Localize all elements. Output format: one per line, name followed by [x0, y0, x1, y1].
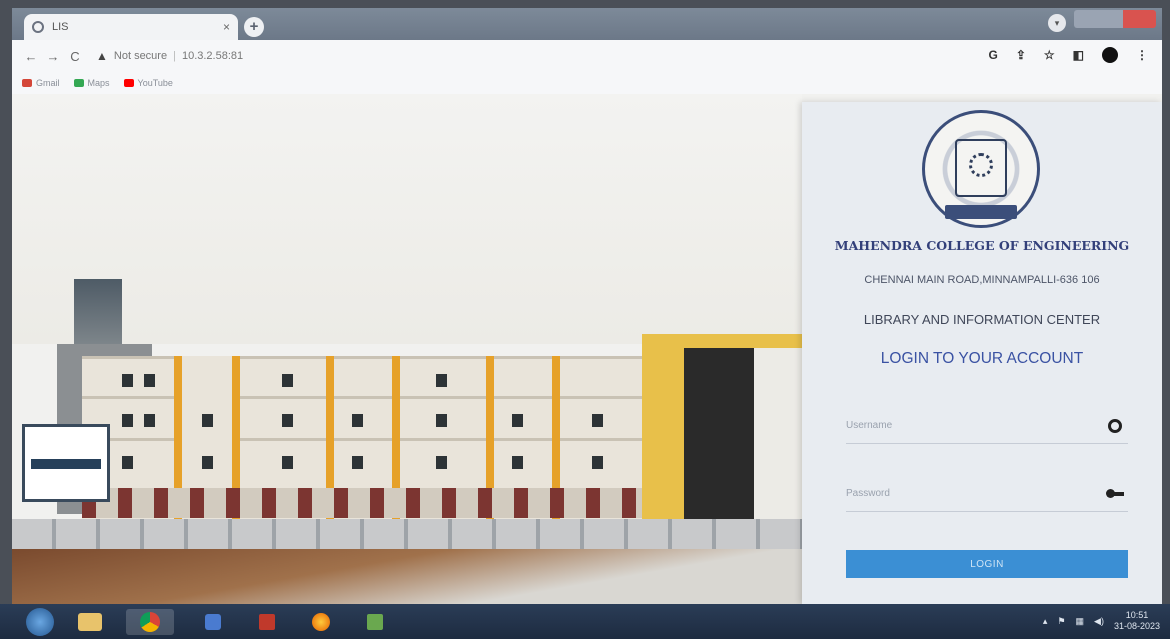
logo-ribbon: [945, 205, 1017, 219]
star-icon[interactable]: ☆: [1044, 48, 1055, 62]
window: [352, 414, 363, 427]
window: [352, 456, 363, 469]
window: [282, 414, 293, 427]
tray-arrow-icon[interactable]: ▴: [1043, 616, 1048, 627]
window: [144, 414, 155, 427]
file-explorer-icon[interactable]: [78, 612, 102, 631]
url-text: 10.3.2.58:81: [181, 50, 244, 62]
window: [122, 414, 133, 427]
logo-gear-icon: [969, 153, 993, 177]
college-name: MAHENDRA COLLEGE OF ENGINEERING: [834, 238, 1130, 253]
tab-title: LIS: [52, 21, 69, 33]
maps-icon: [73, 79, 84, 87]
photo-signboard: [22, 424, 110, 502]
desktop-screen: LIS × + ▾ ← → C ▲ Not secure | 10.3.2.58…: [0, 0, 1170, 639]
username-input[interactable]: [846, 420, 1086, 431]
browser-tabstrip: LIS × + ▾: [12, 8, 1162, 40]
chrome-taskbar-icon[interactable]: [126, 608, 174, 635]
login-page: MAHENDRA COLLEGE OF ENGINEERING CHENNAI …: [12, 94, 1162, 604]
tab-search-chevron-icon[interactable]: ▾: [1048, 14, 1066, 32]
window: [436, 374, 447, 387]
window: [436, 414, 447, 427]
photo-ground: [12, 549, 802, 604]
toolbar-actions: G ⇪ ☆ ◧ ⋮: [988, 47, 1148, 63]
share-icon[interactable]: ⇪: [1016, 48, 1026, 62]
bookmark-youtube[interactable]: YouTube: [123, 78, 173, 88]
network-icon[interactable]: ▦: [1076, 616, 1085, 627]
tab-favicon-icon: [32, 21, 44, 33]
browser-toolbar: ← → C ▲ Not secure | 10.3.2.58:81 G ⇪ ☆ …: [12, 40, 1162, 72]
username-field: [846, 408, 1128, 444]
side-block-dark-panel: [684, 348, 754, 548]
password-input[interactable]: [846, 488, 1086, 499]
system-tray: ▴ ⚑ ▦ ◀) 10:51 31-08-2023: [1043, 610, 1160, 632]
window: [122, 456, 133, 469]
sidebar-icon[interactable]: ◧: [1073, 48, 1084, 62]
window: [512, 456, 523, 469]
warning-icon: ▲: [96, 49, 108, 63]
side-block-white-panel: [754, 348, 802, 548]
os-taskbar: ▴ ⚑ ▦ ◀) 10:51 31-08-2023: [0, 604, 1170, 639]
college-logo: [922, 110, 1040, 228]
window: [436, 456, 447, 469]
login-title: LOGIN TO YOUR ACCOUNT: [880, 350, 1084, 367]
window: [512, 414, 523, 427]
pdf-reader-icon[interactable]: [252, 609, 282, 635]
menu-icon[interactable]: ⋮: [1136, 48, 1148, 62]
tab-close-icon[interactable]: ×: [223, 20, 230, 34]
photo-main-building: [82, 356, 642, 526]
campus-photo: [12, 94, 802, 604]
gmail-icon: [22, 79, 32, 87]
window: [592, 456, 603, 469]
center-name: LIBRARY AND INFORMATION CENTER: [863, 312, 1101, 327]
window-buttons[interactable]: [1074, 10, 1156, 28]
forward-icon[interactable]: →: [44, 49, 62, 64]
new-tab-button[interactable]: +: [244, 17, 264, 37]
photo-compound-wall: [12, 519, 802, 549]
user-icon: [1106, 417, 1124, 435]
college-address: CHENNAI MAIN ROAD,MINNAMPALLI-636 106: [864, 274, 1100, 286]
bookmark-label: YouTube: [137, 78, 173, 88]
bookmark-gmail[interactable]: Gmail: [22, 78, 60, 88]
window: [202, 456, 213, 469]
clock-time: 10:51: [1125, 610, 1149, 620]
window: [282, 374, 293, 387]
login-panel: MAHENDRA COLLEGE OF ENGINEERING CHENNAI …: [802, 102, 1162, 604]
window: [122, 374, 133, 387]
login-button[interactable]: LOGIN: [846, 550, 1128, 578]
password-field: [846, 476, 1128, 512]
window-controls: ▾: [1048, 10, 1156, 32]
ground-floor: [82, 488, 642, 518]
taskbar-clock[interactable]: 10:51 31-08-2023: [1114, 610, 1160, 632]
clock-date: 31-08-2023: [1113, 621, 1160, 631]
media-player-icon[interactable]: [198, 609, 228, 635]
start-button-icon[interactable]: [26, 607, 54, 636]
window: [282, 456, 293, 469]
window: [592, 414, 603, 427]
window: [202, 414, 213, 427]
bookmark-label: Gmail: [36, 78, 60, 88]
volume-icon[interactable]: ◀): [1094, 616, 1104, 627]
photo-sky: [12, 94, 802, 344]
back-icon[interactable]: ←: [22, 49, 40, 64]
key-icon: [1106, 485, 1124, 503]
security-label: Not secure: [113, 50, 168, 62]
bookmark-maps[interactable]: Maps: [73, 78, 110, 88]
profile-avatar[interactable]: [1102, 47, 1118, 63]
youtube-icon: [123, 79, 134, 87]
bookmarks-bar: Gmail Maps YouTube: [12, 72, 1162, 94]
reload-icon[interactable]: C: [66, 49, 84, 64]
photo-tower-top: [74, 279, 122, 344]
google-icon[interactable]: G: [988, 48, 997, 62]
address-bar[interactable]: ▲ Not secure | 10.3.2.58:81: [96, 49, 243, 63]
bookmark-label: Maps: [87, 78, 110, 88]
firefox-icon[interactable]: [306, 609, 336, 635]
address-separator: |: [173, 50, 176, 62]
photo-side-block: [642, 334, 802, 549]
spreadsheet-app-icon[interactable]: [360, 609, 390, 635]
browser-tab[interactable]: LIS ×: [24, 14, 238, 40]
flag-icon[interactable]: ⚑: [1057, 616, 1065, 627]
window: [144, 374, 155, 387]
